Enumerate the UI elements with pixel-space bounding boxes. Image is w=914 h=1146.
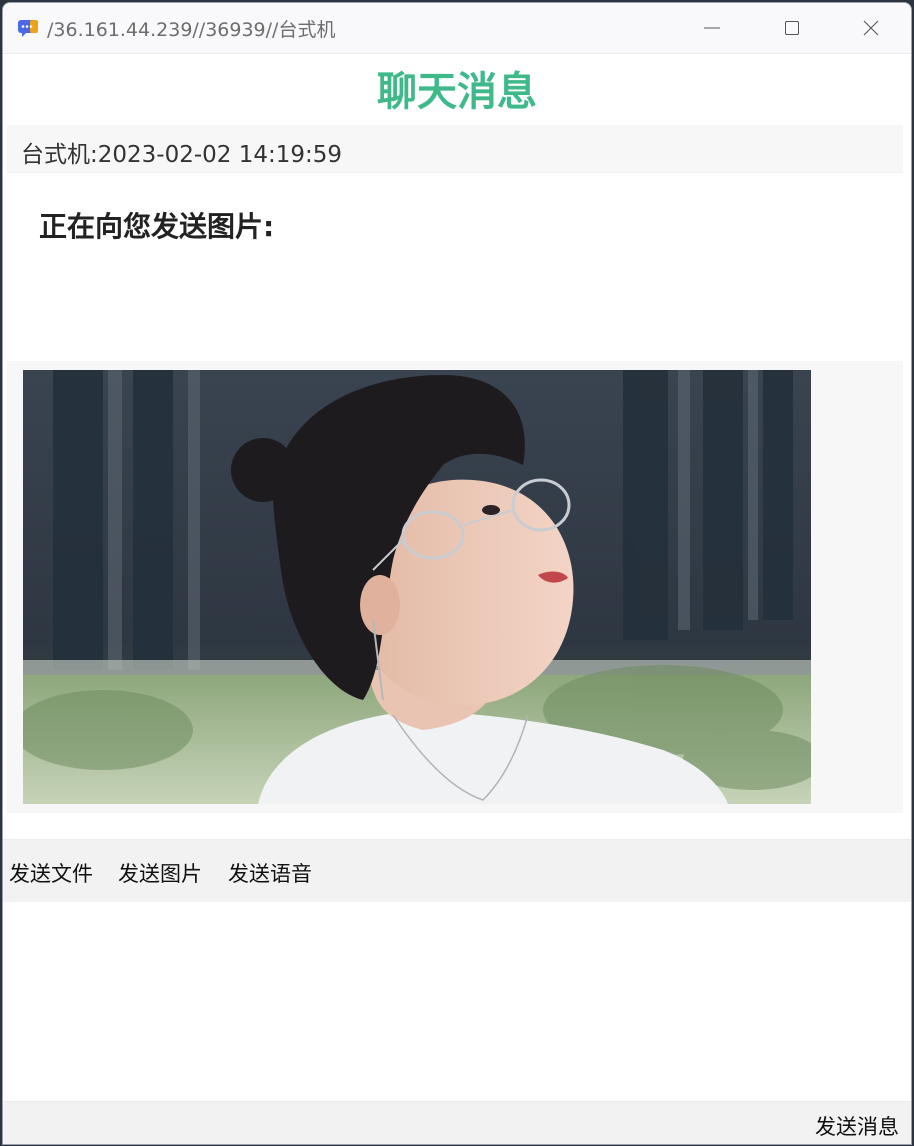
send-file-button[interactable]: 发送文件 [9, 858, 93, 888]
message-image-container [7, 361, 903, 813]
message-text: 正在向您发送图片: [39, 210, 275, 243]
close-button[interactable] [832, 3, 910, 53]
maximize-icon [785, 21, 799, 35]
window-title: /36.161.44.239//36939//台式机 [47, 19, 336, 41]
minimize-icon [704, 27, 720, 29]
maximize-button[interactable] [753, 3, 831, 53]
message-header: 台式机:2023-02-02 14:19:59 [7, 125, 903, 173]
send-voice-button[interactable]: 发送语音 [228, 858, 312, 888]
send-image-button[interactable]: 发送图片 [118, 858, 202, 888]
chat-app-icon [18, 20, 38, 37]
chat-heading: 聊天消息 [377, 69, 537, 115]
received-photo[interactable] [23, 370, 811, 804]
close-icon [863, 20, 879, 36]
attachment-toolbar: 发送文件 发送图片 发送语音 [3, 839, 911, 903]
title-bar[interactable]: /36.161.44.239//36939//台式机 [3, 3, 911, 54]
message-body: 正在向您发送图片: [7, 173, 903, 361]
message-input[interactable] [3, 902, 911, 1105]
composer-footer: 发送消息 [3, 1101, 911, 1144]
send-message-button[interactable]: 发送消息 [815, 1111, 899, 1141]
message-sender-timestamp: 台式机:2023-02-02 14:19:59 [21, 142, 343, 168]
chat-window: /36.161.44.239//36939//台式机 聊天消息 台式机:2023… [2, 2, 912, 1145]
minimize-button[interactable] [673, 3, 751, 53]
